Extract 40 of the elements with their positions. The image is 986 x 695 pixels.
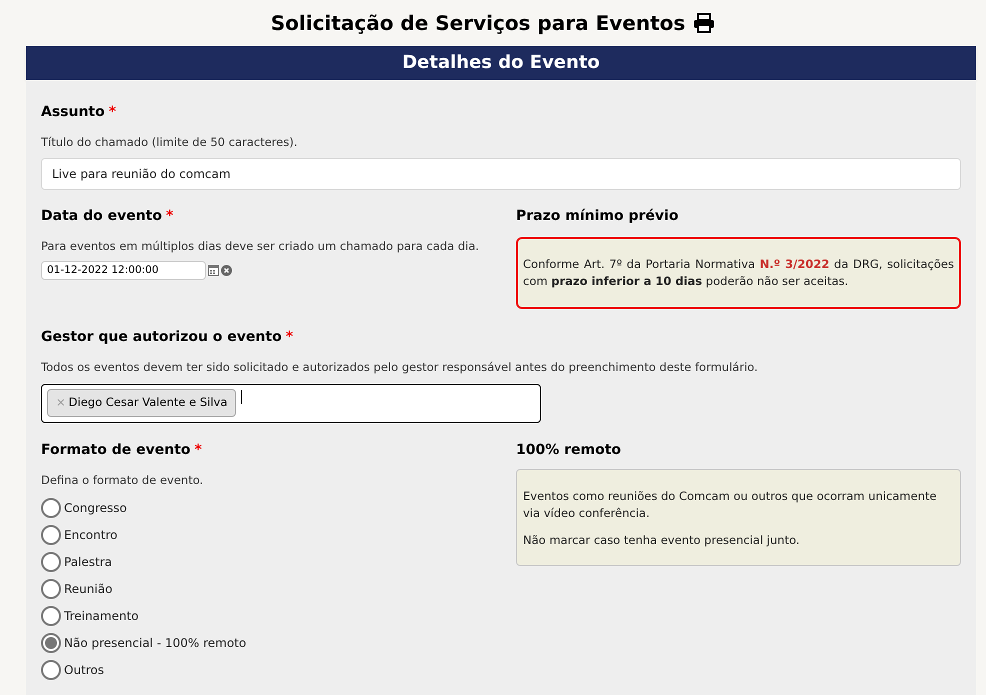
section-header: Detalhes do Evento xyxy=(26,46,976,80)
help-text: Todos os eventos devem ter sido solicitado e autorizados pelo gestor responsável antes do preenchimento deste formulário. xyxy=(41,359,759,376)
field-label: Gestor que autorizou o evento xyxy=(41,328,282,348)
radio-label: Congresso xyxy=(64,500,127,517)
required-mark: * xyxy=(194,440,202,460)
field-label: Data do evento xyxy=(41,207,162,226)
help-text: Título do chamado (limite de 50 caracteres). xyxy=(41,134,298,151)
notice-title: 100% remoto xyxy=(516,440,622,460)
radio-button[interactable] xyxy=(41,498,61,518)
radio-label: Reunião xyxy=(64,580,112,598)
calendar-icon[interactable] xyxy=(208,264,219,276)
help-text: Para eventos em múltiplos dias deve ser criado um chamado para cada dia. xyxy=(41,238,480,256)
printer-icon[interactable] xyxy=(693,13,716,33)
radio-button[interactable] xyxy=(41,606,61,626)
tag-label: Diego Cesar Valente e Silva xyxy=(68,394,228,412)
radio-label: Palestra xyxy=(64,554,112,571)
manager-select[interactable]: × Diego Cesar Valente e Silva xyxy=(41,384,541,422)
radio-label: Outros xyxy=(64,662,104,679)
radio-button[interactable] xyxy=(41,552,61,572)
help-text: Defina o formato de evento. xyxy=(41,472,204,488)
radio-button[interactable] xyxy=(41,524,61,545)
field-label: Formato de evento xyxy=(41,440,191,460)
required-mark: * xyxy=(166,207,174,226)
page-title: Solicitação de Serviços para Eventos xyxy=(270,10,686,37)
clear-icon[interactable] xyxy=(221,264,232,276)
radio-button[interactable] xyxy=(41,632,61,653)
radio-label: Treinamento xyxy=(64,608,139,625)
date-field[interactable]: 01-12-2022 12:00:00 xyxy=(41,260,206,280)
required-mark: * xyxy=(108,103,116,122)
required-mark: * xyxy=(286,328,294,348)
info-text: Eventos como reuniões do Comcam ou outros que ocorram unicamente via vídeo conferência. xyxy=(523,488,938,522)
field-label: Assunto xyxy=(41,103,105,122)
subject-field[interactable]: Live para reunião do comcam xyxy=(41,158,961,190)
notice-title: Prazo mínimo prévio xyxy=(516,207,680,226)
info-text: Não marcar caso tenha evento presencial junto. xyxy=(523,532,801,548)
radio-label: Não presencial - 100% remoto xyxy=(64,634,246,652)
radio-label: Encontro xyxy=(64,526,118,544)
notice-text: Conforme Art. 7º da Portaria Normativa N.º 3/2022 da DRG, solicitações com prazo inferior a 10 dias poderão não ser aceitas. xyxy=(523,256,954,290)
radio-button[interactable] xyxy=(41,578,61,599)
radio-button[interactable] xyxy=(41,660,61,680)
